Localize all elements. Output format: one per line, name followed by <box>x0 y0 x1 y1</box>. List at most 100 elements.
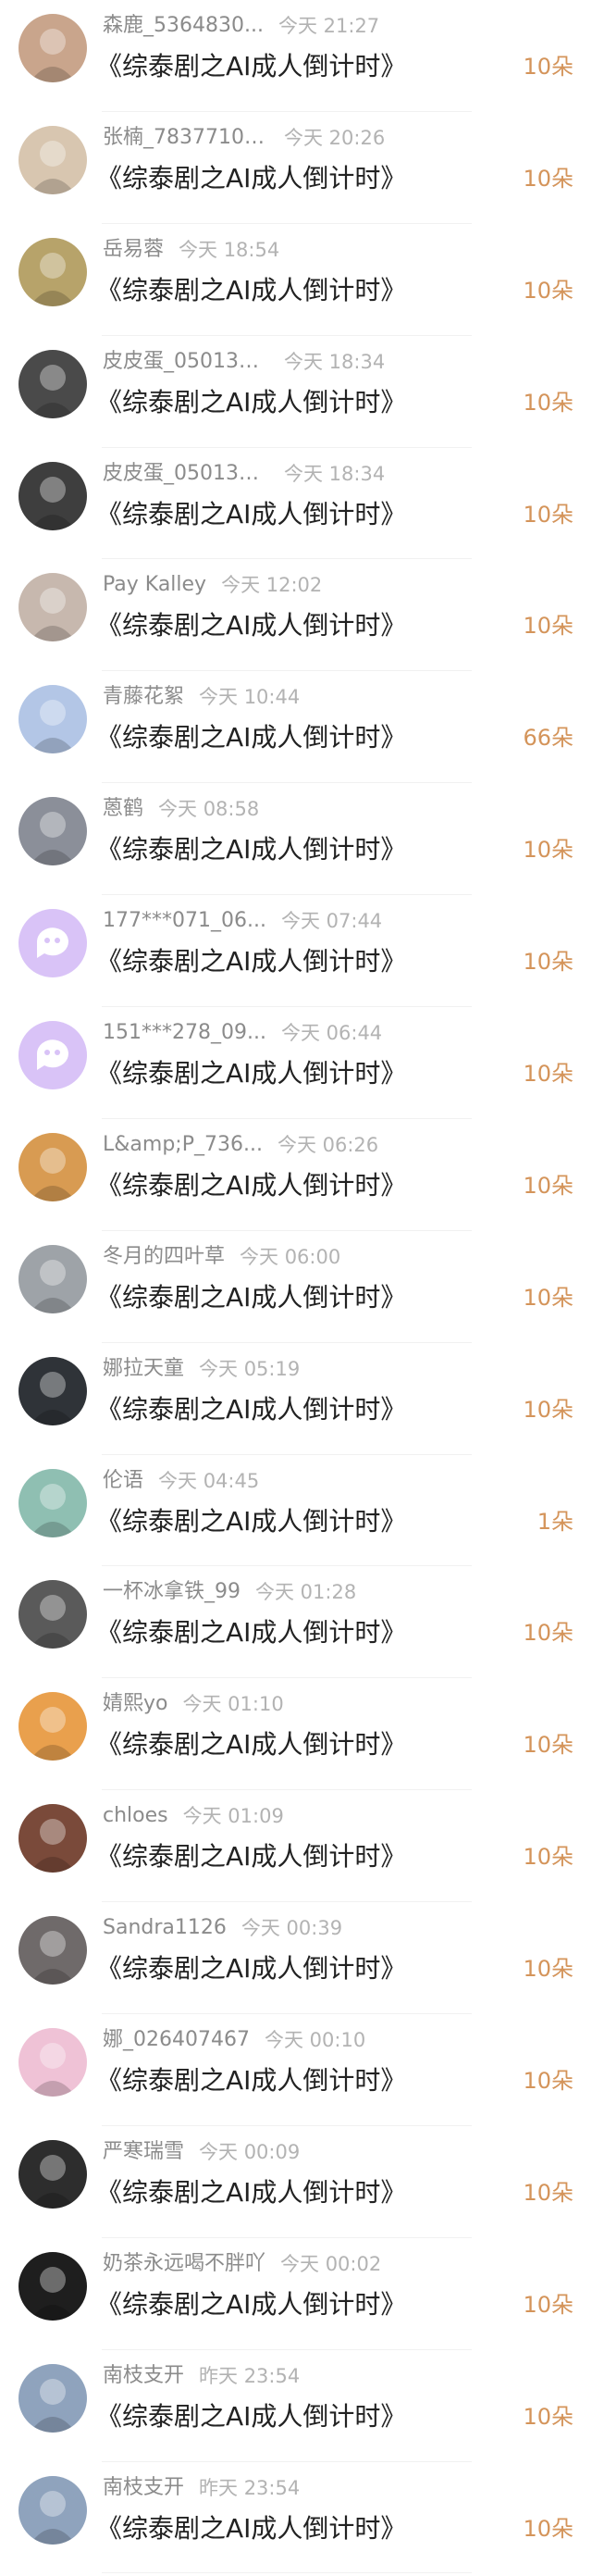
gift-record-row[interactable]: 151***278_09... 今天 06:44 《综泰剧之AI成人倒计时》 10朵 <box>0 1007 592 1119</box>
user-avatar[interactable] <box>18 1580 87 1649</box>
gift-record-row[interactable]: 皮皮蛋_050130... 今天 18:34 《综泰剧之AI成人倒计时》 10朵 <box>0 448 592 560</box>
user-name[interactable]: L&amp;P_736... <box>103 1130 263 1160</box>
record-time: 今天 04:45 <box>158 1469 260 1492</box>
gift-record-row[interactable]: 娜拉天童 今天 05:19 《综泰剧之AI成人倒计时》 10朵 <box>0 1343 592 1455</box>
user-name[interactable]: 张楠_783771028 <box>103 123 269 153</box>
user-name[interactable]: 南枝支开 <box>103 2473 184 2503</box>
gift-record-row[interactable]: 青藤花絮 今天 10:44 《综泰剧之AI成人倒计时》 66朵 <box>0 671 592 784</box>
user-avatar[interactable] <box>18 2251 87 2321</box>
user-avatar[interactable] <box>18 349 87 418</box>
gift-record-row[interactable]: 冬月的四叶草 今天 06:00 《综泰剧之AI成人倒计时》 10朵 <box>0 1231 592 1343</box>
user-avatar[interactable] <box>18 14 87 82</box>
record-time: 今天 01:09 <box>182 1805 284 1828</box>
user-name[interactable]: 森鹿_5364830... <box>103 11 264 41</box>
user-name[interactable]: Sandra1126 <box>103 1913 227 1943</box>
gift-record-row[interactable]: 南枝支开 昨天 23:54 《综泰剧之AI成人倒计时》 10朵 <box>0 2462 592 2574</box>
gift-record-row[interactable]: 岳易蓉 今天 18:54 《综泰剧之AI成人倒计时》 10朵 <box>0 224 592 336</box>
user-avatar[interactable] <box>18 685 87 754</box>
gift-title: 《综泰剧之AI成人倒计时》 <box>96 1058 407 1089</box>
user-avatar[interactable] <box>18 1132 87 1201</box>
record-meta: 岳易蓉 今天 18:54 <box>103 235 279 265</box>
user-name[interactable]: 娜拉天童 <box>103 1354 184 1384</box>
user-name[interactable]: 南枝支开 <box>103 2361 184 2391</box>
flower-amount: 10朵 <box>523 165 574 192</box>
user-name[interactable]: 娜_026407467 <box>103 2025 250 2055</box>
record-meta: 皮皮蛋_050130... 今天 18:34 <box>103 347 385 377</box>
user-name[interactable]: chloes <box>103 1801 168 1831</box>
gift-record-row[interactable]: 张楠_783771028 今天 20:26 《综泰剧之AI成人倒计时》 10朵 <box>0 112 592 224</box>
gift-title: 《综泰剧之AI成人倒计时》 <box>96 2288 407 2320</box>
gift-title: 《综泰剧之AI成人倒计时》 <box>96 2176 407 2208</box>
user-name[interactable]: Pay Kalley <box>103 570 206 600</box>
gift-record-row[interactable]: 森鹿_5364830... 今天 21:27 《综泰剧之AI成人倒计时》 10朵 <box>0 0 592 112</box>
record-meta: 南枝支开 昨天 23:54 <box>103 2473 300 2503</box>
gift-title: 《综泰剧之AI成人倒计时》 <box>96 834 407 865</box>
user-name[interactable]: 严寒瑞雪 <box>103 2137 184 2167</box>
user-avatar[interactable] <box>18 2475 87 2545</box>
user-avatar[interactable] <box>18 1468 87 1537</box>
record-time: 今天 08:58 <box>158 798 260 821</box>
gift-record-row[interactable]: 皮皮蛋_050130... 今天 18:34 《综泰剧之AI成人倒计时》 10朵 <box>0 336 592 448</box>
user-name[interactable]: 177***071_06... <box>103 906 266 936</box>
gift-record-list: 森鹿_5364830... 今天 21:27 《综泰剧之AI成人倒计时》 10朵 张楠_… <box>0 0 592 2574</box>
gift-title: 《综泰剧之AI成人倒计时》 <box>96 162 407 193</box>
record-meta: 151***278_09... 今天 06:44 <box>103 1018 382 1048</box>
gift-title: 《综泰剧之AI成人倒计时》 <box>96 386 407 417</box>
gift-record-row[interactable]: 蒽鹤 今天 08:58 《综泰剧之AI成人倒计时》 10朵 <box>0 783 592 896</box>
gift-record-row[interactable]: Pay Kalley 今天 12:02 《综泰剧之AI成人倒计时》 10朵 <box>0 559 592 672</box>
user-avatar[interactable] <box>18 2363 87 2433</box>
record-time: 今天 10:44 <box>199 686 301 709</box>
flower-amount: 10朵 <box>523 1620 574 1647</box>
gift-record-row[interactable]: Sandra1126 今天 00:39 《综泰剧之AI成人倒计时》 10朵 <box>0 1902 592 2014</box>
record-meta: 婧熙yo 今天 01:10 <box>103 1689 284 1719</box>
gift-record-row[interactable]: 一杯冰拿铁_99 今天 01:28 《综泰剧之AI成人倒计时》 10朵 <box>0 1566 592 1679</box>
gift-title: 《综泰剧之AI成人倒计时》 <box>96 2400 407 2432</box>
user-avatar[interactable] <box>18 1356 87 1425</box>
record-meta: 177***071_06... 今天 07:44 <box>103 906 382 936</box>
gift-record-row[interactable]: 严寒瑞雪 今天 00:09 《综泰剧之AI成人倒计时》 10朵 <box>0 2126 592 2238</box>
user-avatar[interactable] <box>18 573 87 642</box>
record-time: 今天 00:39 <box>240 1917 343 1940</box>
gift-record-row[interactable]: L&amp;P_736... 今天 06:26 《综泰剧之AI成人倒计时》 10朵 <box>0 1119 592 1231</box>
record-time: 今天 00:02 <box>280 2252 382 2275</box>
user-avatar[interactable] <box>18 797 87 866</box>
user-name[interactable]: 皮皮蛋_050130... <box>103 459 269 489</box>
user-avatar[interactable] <box>18 1692 87 1761</box>
record-meta: 娜拉天童 今天 05:19 <box>103 1354 300 1384</box>
user-avatar[interactable] <box>18 2139 87 2209</box>
user-avatar[interactable] <box>18 1804 87 1873</box>
user-name[interactable]: 蒽鹤 <box>103 794 143 824</box>
default-chat-avatar-icon[interactable] <box>18 1021 87 1090</box>
gift-record-row[interactable]: chloes 今天 01:09 《综泰剧之AI成人倒计时》 10朵 <box>0 1790 592 1903</box>
user-name[interactable]: 皮皮蛋_050130... <box>103 347 269 377</box>
user-avatar[interactable] <box>18 461 87 530</box>
user-avatar[interactable] <box>18 1244 87 1313</box>
user-avatar[interactable] <box>18 125 87 194</box>
user-avatar[interactable] <box>18 2028 87 2097</box>
default-chat-avatar-icon[interactable] <box>18 909 87 978</box>
flower-amount: 10朵 <box>523 1284 574 1311</box>
user-name[interactable]: 青藤花絮 <box>103 682 184 712</box>
flower-amount: 10朵 <box>523 54 574 80</box>
user-name[interactable]: 冬月的四叶草 <box>103 1242 225 1272</box>
gift-record-row[interactable]: 娜_026407467 今天 00:10 《综泰剧之AI成人倒计时》 10朵 <box>0 2014 592 2126</box>
record-time: 今天 18:34 <box>284 350 386 373</box>
flower-amount: 10朵 <box>523 2291 574 2318</box>
user-name[interactable]: 岳易蓉 <box>103 235 164 265</box>
record-time: 今天 00:10 <box>264 2029 366 2052</box>
user-name[interactable]: 婧熙yo <box>103 1689 167 1719</box>
user-name[interactable]: 一杯冰拿铁_99 <box>103 1577 240 1607</box>
gift-record-row[interactable]: 伦语 今天 04:45 《综泰剧之AI成人倒计时》 1朵 <box>0 1455 592 1567</box>
record-time: 今天 20:26 <box>284 126 386 149</box>
user-name[interactable]: 奶茶永远喝不胖吖 <box>103 2249 265 2279</box>
gift-record-row[interactable]: 婧熙yo 今天 01:10 《综泰剧之AI成人倒计时》 10朵 <box>0 1678 592 1791</box>
user-name[interactable]: 151***278_09... <box>103 1018 266 1048</box>
gift-record-row[interactable]: 177***071_06... 今天 07:44 《综泰剧之AI成人倒计时》 10朵 <box>0 895 592 1007</box>
gift-record-row[interactable]: 南枝支开 昨天 23:54 《综泰剧之AI成人倒计时》 10朵 <box>0 2350 592 2462</box>
user-avatar[interactable] <box>18 237 87 306</box>
user-name[interactable]: 伦语 <box>103 1466 143 1496</box>
flower-amount: 10朵 <box>523 837 574 864</box>
gift-record-row[interactable]: 奶茶永远喝不胖吖 今天 00:02 《综泰剧之AI成人倒计时》 10朵 <box>0 2238 592 2350</box>
user-avatar[interactable] <box>18 1916 87 1985</box>
record-time: 今天 07:44 <box>280 910 383 933</box>
